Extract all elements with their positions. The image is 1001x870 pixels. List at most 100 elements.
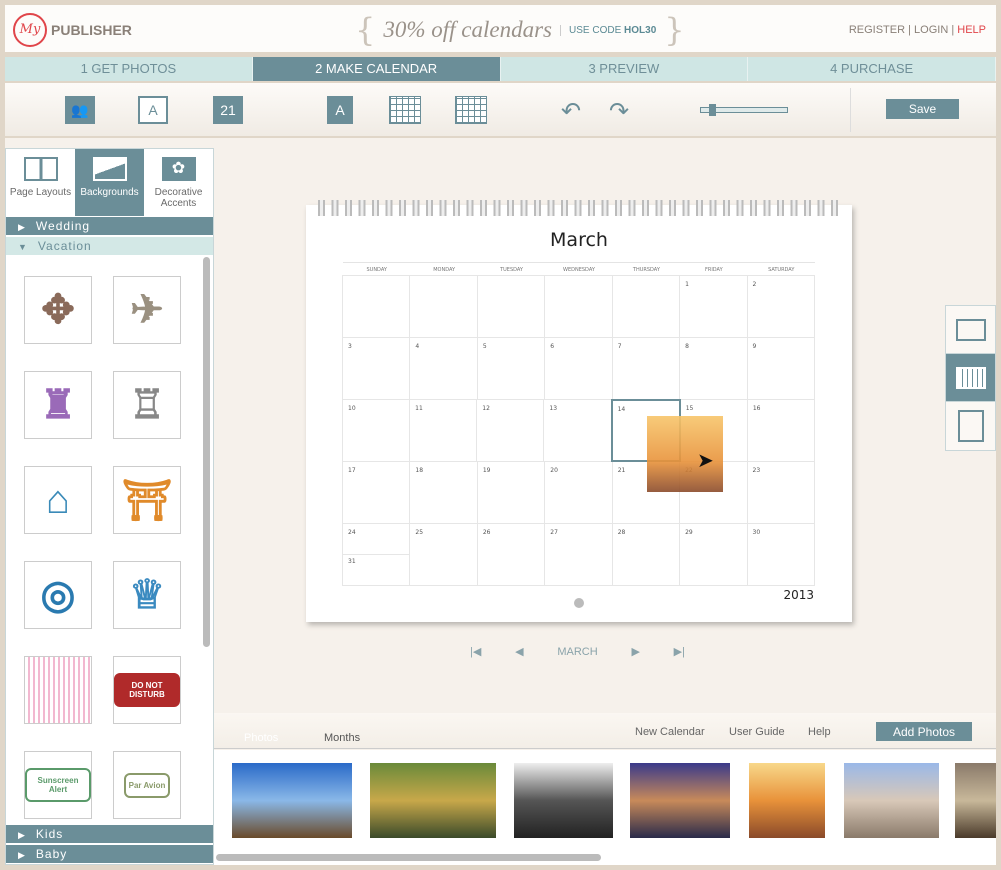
logo[interactable]: My — [13, 13, 47, 47]
category-baby[interactable]: ▶ Baby — [6, 845, 213, 863]
category-vacation[interactable]: ▼ Vacation — [6, 237, 213, 255]
day-number: 8 — [685, 343, 689, 350]
day-cell[interactable]: 20 — [544, 461, 613, 524]
bottom-bar: Photos Months New Calendar User Guide He… — [214, 713, 996, 749]
date-icon[interactable]: 21 — [213, 96, 243, 124]
photo-chateau-garden[interactable] — [370, 763, 496, 838]
day-cell[interactable]: 24 31 — [342, 523, 411, 586]
category-wedding[interactable]: ▶ Wedding — [6, 217, 213, 235]
slider-handle[interactable] — [709, 104, 716, 116]
day-cell[interactable] — [342, 275, 411, 338]
day-cell[interactable]: 29 — [679, 523, 748, 586]
year-label[interactable]: 2013 — [783, 588, 814, 602]
help-link[interactable]: HELP — [957, 24, 986, 36]
photo-metro-sign[interactable] — [514, 763, 613, 838]
month-title[interactable]: March — [306, 229, 852, 251]
sticker-do-not-disturb[interactable]: DO NOT DISTURB — [113, 656, 181, 724]
sticker-eiffel-stamp[interactable]: ♜ — [24, 371, 92, 439]
day-cell[interactable]: 6 — [544, 337, 613, 400]
first-month-button[interactable]: |◀ — [470, 645, 481, 658]
step-preview[interactable]: 3 PREVIEW — [501, 57, 749, 81]
undo-icon[interactable]: ↶ — [561, 97, 581, 125]
add-photos-button[interactable]: Add Photos — [876, 722, 972, 741]
layout-dropdown-icon[interactable]: A — [327, 96, 353, 124]
category-kids[interactable]: ▶ Kids — [6, 825, 213, 843]
day-number: 18 — [415, 467, 424, 474]
day-cell[interactable]: 28 — [611, 523, 681, 586]
day-cell[interactable] — [476, 275, 546, 338]
step-get-photos[interactable]: 1 GET PHOTOS — [5, 57, 253, 81]
last-month-button[interactable]: ▶| — [674, 645, 685, 658]
save-button[interactable]: Save — [886, 99, 959, 119]
day-cell[interactable]: 25 — [409, 523, 478, 586]
day-cell[interactable]: 5 — [476, 337, 546, 400]
sticker-big-ben-stamp[interactable]: ♖ — [113, 371, 181, 439]
new-calendar-link[interactable]: New Calendar — [635, 726, 705, 738]
day-cell[interactable]: 11 — [409, 399, 478, 462]
day-cell[interactable]: 10 — [342, 399, 411, 462]
photo-palace-interior[interactable] — [955, 763, 996, 838]
day-cell[interactable]: 9 — [746, 337, 815, 400]
day-cell[interactable]: 4 — [409, 337, 478, 400]
day-cell[interactable] — [544, 275, 613, 338]
scrollbar[interactable] — [203, 257, 210, 647]
register-link[interactable]: REGISTER — [849, 24, 905, 36]
user-guide-link[interactable]: User Guide — [729, 726, 785, 738]
tab-decorative-accents[interactable]: ✿ Decorative Accents — [144, 149, 213, 216]
day-cell-31[interactable]: 31 — [343, 554, 410, 585]
day-cell[interactable]: 17 — [342, 461, 411, 524]
sticker-compass[interactable]: ✥ — [24, 276, 92, 344]
view-calendar-page[interactable] — [946, 354, 995, 402]
day-cell[interactable]: 27 — [544, 523, 613, 586]
grid-select-icon[interactable] — [455, 96, 487, 124]
tab-photos[interactable]: Photos — [244, 732, 278, 744]
step-make-calendar[interactable]: 2 MAKE CALENDAR — [252, 57, 501, 81]
photo-eiffel-sunset[interactable] — [749, 763, 825, 838]
day-cell[interactable]: 1 — [679, 275, 748, 338]
photo-page-icon — [955, 318, 986, 341]
day-cell[interactable]: 13 — [543, 399, 612, 462]
view-photo-page[interactable] — [946, 306, 995, 354]
add-photo-box-icon[interactable]: 👥 — [65, 96, 95, 124]
day-cell[interactable]: 8 — [679, 337, 748, 400]
sticker-par-avion[interactable]: Par Avion — [113, 751, 181, 819]
day-cell[interactable]: 2 — [746, 275, 815, 338]
sticker-airplane[interactable]: ✈ — [113, 276, 181, 344]
day-cell[interactable]: 3 — [342, 337, 411, 400]
day-cell[interactable]: 16 — [746, 399, 815, 462]
photo-arc-de-triomphe[interactable] — [844, 763, 939, 838]
tab-backgrounds[interactable]: Backgrounds — [75, 149, 144, 216]
tab-page-layouts[interactable]: Page Layouts — [6, 149, 75, 216]
help-link[interactable]: Help — [808, 726, 831, 738]
day-cell[interactable] — [409, 275, 478, 338]
horizontal-scrollbar[interactable] — [216, 854, 601, 861]
login-link[interactable]: LOGIN — [914, 24, 948, 36]
sticker-tower-bridge-stamp[interactable]: ⌂ — [24, 466, 92, 534]
next-month-button[interactable]: ▶ — [631, 645, 639, 658]
sticker-golden-gate-circle[interactable]: ◎ — [24, 561, 92, 629]
sticker-sunscreen-alert[interactable]: Sunscreen Alert — [24, 751, 92, 819]
photo-eiffel-tower-blue-sky[interactable] — [232, 763, 352, 838]
view-full-spread[interactable] — [946, 402, 995, 450]
prev-month-button[interactable]: ◀ — [515, 645, 523, 658]
day-cell[interactable]: 19 — [476, 461, 546, 524]
sticker-door-hanger-pink[interactable] — [24, 656, 92, 724]
sticker-statue-of-liberty[interactable]: ♕ — [113, 561, 181, 629]
tab-months[interactable]: Months — [324, 732, 360, 744]
day-number: 28 — [617, 529, 626, 536]
day-cell[interactable]: 23 — [746, 461, 815, 524]
redo-icon[interactable]: ↷ — [609, 97, 629, 125]
calendar-grid-icon[interactable] — [389, 96, 421, 124]
photo-louvre-pyramid-dusk[interactable] — [630, 763, 730, 838]
day-cell[interactable] — [611, 275, 681, 338]
zoom-slider[interactable] — [700, 104, 788, 116]
step-purchase[interactable]: 4 PURCHASE — [748, 57, 996, 81]
day-cell[interactable]: 26 — [476, 523, 546, 586]
day-cell[interactable]: 7 — [611, 337, 681, 400]
brace-left: { — [355, 11, 376, 49]
day-cell[interactable]: 12 — [476, 399, 545, 462]
sticker-golden-gate-stamp[interactable]: ⛩ — [113, 466, 181, 534]
day-cell[interactable]: 30 — [746, 523, 815, 586]
day-cell[interactable]: 18 — [409, 461, 478, 524]
add-text-box-icon[interactable]: A — [138, 96, 168, 124]
